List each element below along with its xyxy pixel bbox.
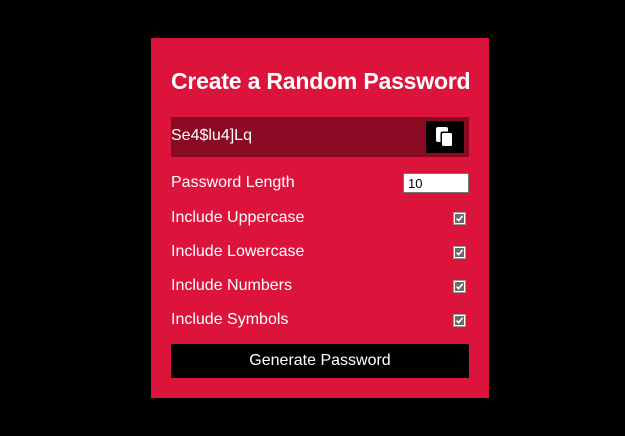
include-lowercase-checkbox[interactable] (453, 246, 466, 259)
password-length-label: Password Length (171, 174, 295, 191)
generate-password-button[interactable]: Generate Password (171, 344, 469, 378)
include-lowercase-label: Include Lowercase (171, 243, 305, 260)
setting-include-numbers: Include Numbers (171, 274, 469, 298)
generated-password: Se4$lu4]Lq (171, 127, 252, 144)
setting-password-length: Password Length (171, 171, 469, 195)
checkmark-icon (455, 282, 464, 291)
password-result-box: Se4$lu4]Lq (171, 117, 469, 157)
page-title: Create a Random Password (171, 68, 471, 94)
include-uppercase-checkbox[interactable] (453, 212, 466, 225)
include-numbers-checkbox[interactable] (453, 280, 466, 293)
password-length-input[interactable] (403, 173, 469, 193)
checkmark-icon (455, 214, 464, 223)
clipboard-icon (436, 127, 453, 147)
setting-include-lowercase: Include Lowercase (171, 240, 469, 264)
include-symbols-label: Include Symbols (171, 311, 289, 328)
setting-include-symbols: Include Symbols (171, 308, 469, 332)
checkmark-icon (455, 248, 464, 257)
checkmark-icon (455, 316, 464, 325)
include-uppercase-label: Include Uppercase (171, 209, 305, 226)
password-generator-card: Create a Random Password Se4$lu4]Lq Pass… (151, 38, 489, 398)
include-symbols-checkbox[interactable] (453, 314, 466, 327)
copy-to-clipboard-button[interactable] (426, 121, 464, 153)
include-numbers-label: Include Numbers (171, 277, 292, 294)
setting-include-uppercase: Include Uppercase (171, 206, 469, 230)
